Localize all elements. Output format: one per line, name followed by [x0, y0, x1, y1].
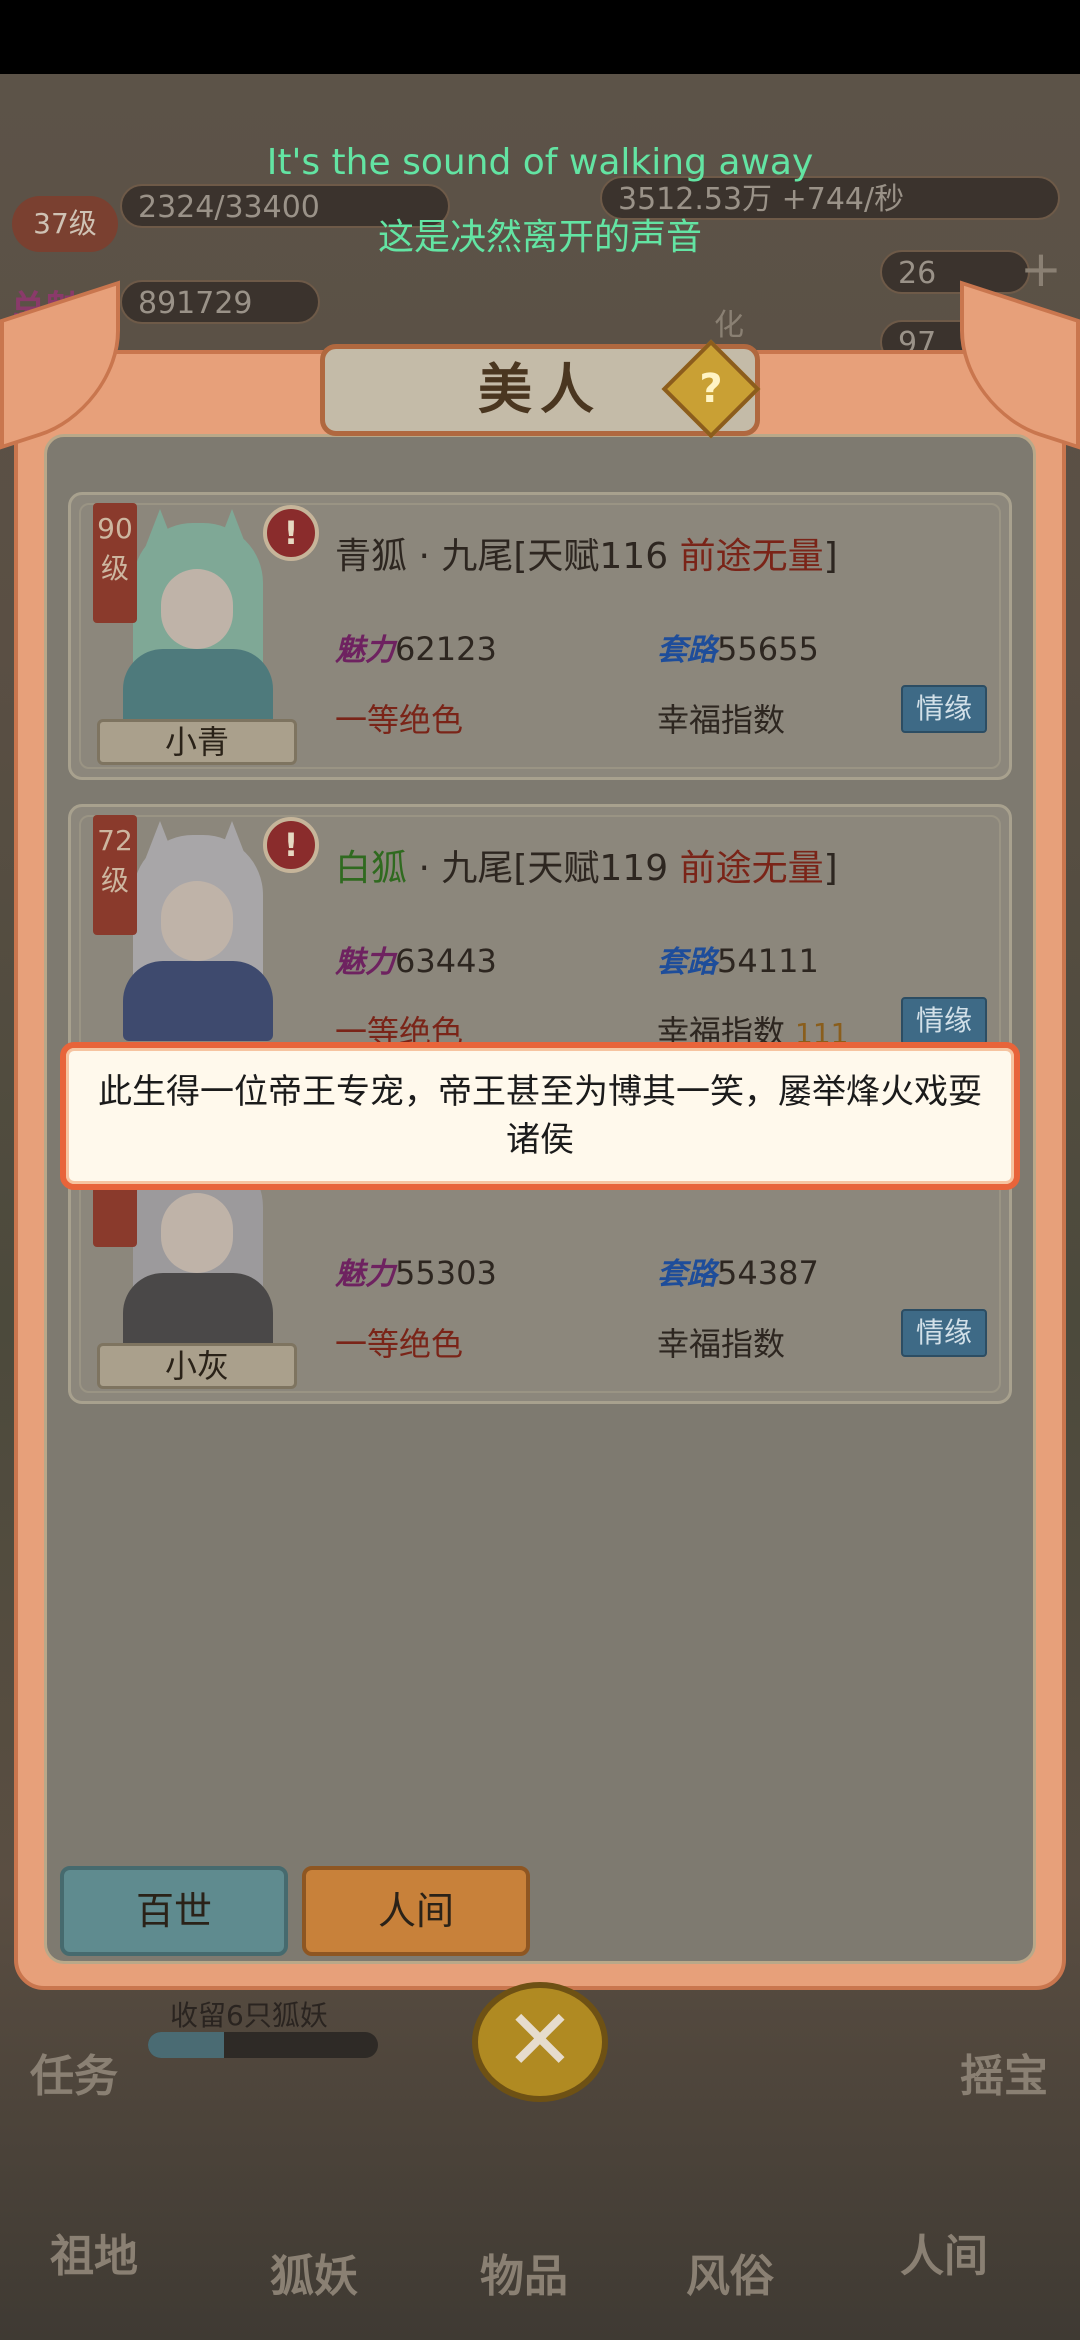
task-text: 收留6只狐妖 — [170, 1999, 328, 2032]
nav-zudi[interactable]: 祖地 — [50, 2220, 138, 2284]
status-bar — [0, 0, 1080, 74]
skill-stat: 套路54387 — [657, 1249, 819, 1293]
fox-card-qinghu[interactable]: 90级 小青 ! 青狐 · 九尾[天赋116 前途无量] 魅力62123 套路5… — [68, 492, 1012, 780]
fox-talent: 前途无量 — [679, 848, 824, 889]
task-progress-fill — [148, 2032, 224, 2058]
charm-value: 62123 — [395, 630, 497, 668]
charm-value: 55303 — [395, 1254, 497, 1292]
skill-label-icon: 套路 — [657, 945, 717, 980]
face — [161, 881, 233, 961]
alert-icon[interactable]: ! — [263, 817, 319, 873]
skill-value: 55655 — [717, 630, 819, 668]
bond-button[interactable]: 情缘 — [901, 685, 987, 733]
nav-fengsu[interactable]: 风俗 — [686, 2240, 774, 2304]
fox-name-rest: · 九尾[天赋116 — [407, 536, 680, 577]
panel-title: 美人 — [478, 357, 602, 421]
total-charm-value: 891729 — [138, 286, 253, 321]
dress — [123, 649, 273, 729]
skill-stat: 套路54111 — [657, 937, 819, 981]
question-icon: ? — [699, 366, 723, 412]
fox-rank: 一等绝色 — [335, 701, 464, 739]
charm-stat: 魅力62123 — [335, 625, 497, 669]
charm-stat: 魅力63443 — [335, 937, 497, 981]
face — [161, 569, 233, 649]
tab-baishi[interactable]: 百世 — [60, 1866, 288, 1956]
fox-talent: 前途无量 — [679, 536, 824, 577]
fox-full-name: 青狐 · 九尾[天赋116 前途无量] — [335, 527, 838, 579]
treasure-button[interactable]: 摇宝 — [960, 2040, 1048, 2104]
face — [161, 1193, 233, 1273]
bond-button[interactable]: 情缘 — [901, 997, 987, 1045]
nav-wupin[interactable]: 物品 — [480, 2240, 568, 2304]
total-charm-pill: 891729 — [120, 280, 320, 324]
fox-level-tag: 90级 — [93, 503, 137, 623]
resource-a-value: 26 — [898, 256, 937, 291]
happiness-label: 幸福指数 — [657, 1325, 786, 1363]
fox-name-prefix: 青狐 — [335, 536, 408, 577]
fox-name-rest: · 九尾[天赋119 — [407, 848, 680, 889]
nav-huyao[interactable]: 狐妖 — [270, 2240, 358, 2304]
skill-label-icon: 套路 — [657, 633, 717, 668]
charm-label-icon: 魅力 — [335, 1257, 395, 1292]
fox-full-name: 白狐 · 九尾[天赋119 前途无量] — [335, 839, 838, 891]
skill-value: 54387 — [717, 1254, 819, 1292]
fox-rank: 一等绝色 — [335, 1325, 464, 1363]
dialog-text: 此生得一位帝王专宠，帝王甚至为博其一笑，屡举烽火戏耍诸侯 — [98, 1072, 982, 1160]
alert-icon[interactable]: ! — [263, 505, 319, 561]
fox-nickname: 小灰 — [97, 1343, 297, 1389]
skill-label-icon: 套路 — [657, 1257, 717, 1292]
close-x-icon: ✕ — [504, 1991, 576, 2089]
hua-label: 化 — [714, 308, 744, 343]
tab-renjian[interactable]: 人间 — [302, 1866, 530, 1956]
nav-renjian[interactable]: 人间 — [900, 2220, 988, 2284]
happiness-index: 幸福指数 — [657, 695, 785, 741]
dress — [123, 961, 273, 1041]
skill-value: 54111 — [717, 942, 819, 980]
happiness-index: 幸福指数 — [657, 1319, 785, 1365]
charm-label-icon: 魅力 — [335, 633, 395, 668]
fox-nickname: 小青 — [97, 719, 297, 765]
task-progress-bar — [148, 2032, 378, 2058]
fox-level-tag: 72级 — [93, 815, 137, 935]
fox-name-prefix: 白狐 — [335, 848, 408, 889]
fox-story-dialog[interactable]: 此生得一位帝王专宠，帝王甚至为博其一笑，屡举烽火戏耍诸侯 — [60, 1042, 1020, 1190]
charm-stat: 魅力55303 — [335, 1249, 497, 1293]
close-button[interactable]: ✕ — [472, 1982, 608, 2102]
charm-value: 63443 — [395, 942, 497, 980]
skill-stat: 套路55655 — [657, 625, 819, 669]
dress — [123, 1273, 273, 1353]
bracket-close: ] — [823, 536, 838, 577]
subtitle-chinese: 这是决然离开的声音 — [377, 217, 702, 258]
happiness-label: 幸福指数 — [657, 701, 786, 739]
bracket-close: ] — [823, 848, 838, 889]
task-button[interactable]: 任务 — [30, 2040, 118, 2104]
charm-label-icon: 魅力 — [335, 945, 395, 980]
subtitle-english: It's the sound of walking away — [266, 142, 814, 183]
bond-button[interactable]: 情缘 — [901, 1309, 987, 1357]
